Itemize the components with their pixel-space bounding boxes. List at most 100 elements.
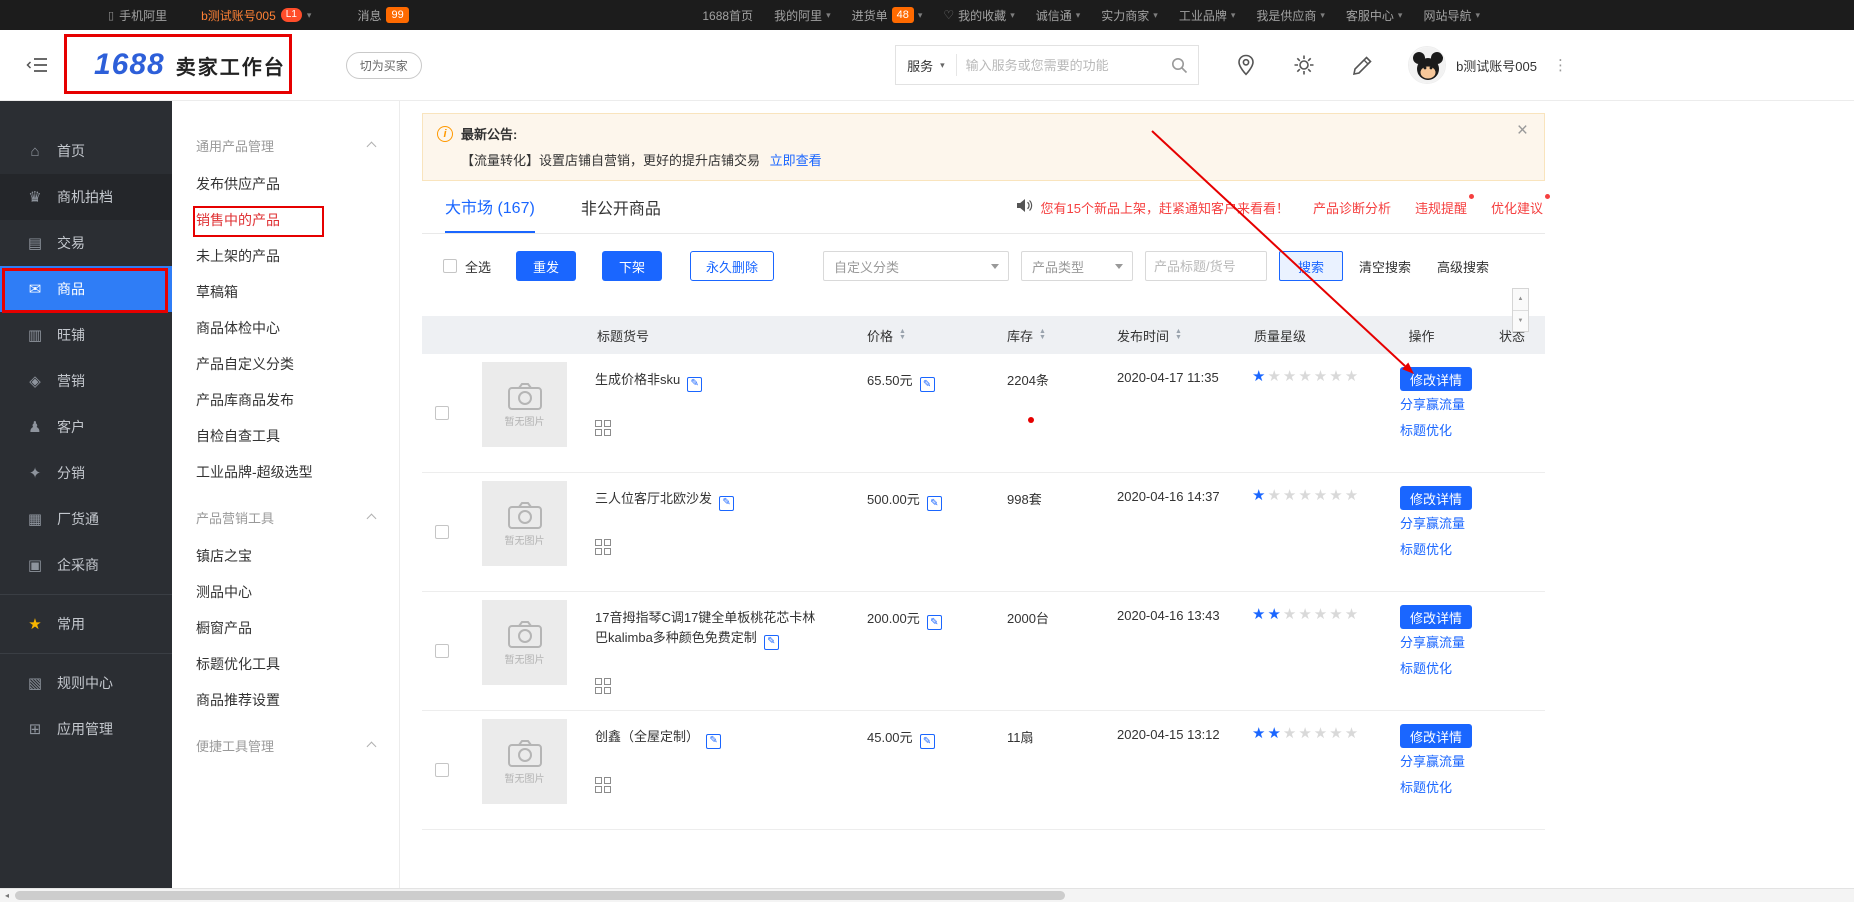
subnav-item-test-center[interactable]: 测品中心	[172, 574, 399, 610]
mobile-ali-item[interactable]: ▯ 手机阿里	[108, 7, 167, 24]
sidebar-item-marketing[interactable]: ◈ 营销	[0, 358, 172, 404]
sku-grid-icon[interactable]	[595, 420, 611, 436]
subnav-item-library-publish[interactable]: 产品库商品发布	[172, 382, 399, 418]
edit-title-icon[interactable]: ✎	[687, 377, 702, 392]
scrollbar-thumb[interactable]	[15, 891, 1065, 900]
sidebar-item-factory[interactable]: ▦ 厂货通	[0, 496, 172, 542]
subnav-item-shop-treasure[interactable]: 镇店之宝	[172, 538, 399, 574]
service-search-input[interactable]	[957, 58, 1160, 73]
sidebar-item-home[interactable]: ⌂ 首页	[0, 128, 172, 174]
sidebar-item-goods[interactable]: ✉ 商品	[0, 266, 172, 312]
sidebar-item-rules[interactable]: ▧ 规则中心	[0, 660, 172, 706]
subnav-section-tools[interactable]: 便捷工具管理	[172, 728, 399, 762]
product-title[interactable]: 创鑫（全屋定制）	[595, 729, 699, 744]
edit-title-icon[interactable]: ✎	[706, 734, 721, 749]
row-checkbox[interactable]	[435, 763, 449, 777]
sidebar-item-purchaser[interactable]: ▣ 企采商	[0, 542, 172, 588]
subnav-item-health-center[interactable]: 商品体检中心	[172, 310, 399, 346]
logo[interactable]: 1688 卖家工作台	[94, 48, 286, 82]
product-title[interactable]: 三人位客厅北欧沙发	[595, 491, 712, 506]
sidebar-item-partner[interactable]: ♛ 商机拍档	[0, 174, 172, 220]
nav-item-strong-merchant[interactable]: 实力商家 ▾	[1101, 7, 1158, 24]
search-button[interactable]: 搜索	[1279, 251, 1343, 281]
feedback-pencil-icon[interactable]	[1352, 55, 1373, 76]
settings-gear-icon[interactable]	[1293, 54, 1315, 76]
subnav-item-showcase[interactable]: 橱窗产品	[172, 610, 399, 646]
product-type-select[interactable]: 产品类型	[1021, 251, 1133, 281]
sort-icon[interactable]: ▲▼	[1175, 329, 1182, 341]
title-optimize-link[interactable]: 标题优化	[1400, 776, 1452, 800]
share-traffic-link[interactable]: 分享赢流量	[1400, 393, 1465, 417]
row-checkbox[interactable]	[435, 406, 449, 420]
edit-price-icon[interactable]: ✎	[927, 615, 942, 630]
tab-private-products[interactable]: 非公开商品	[581, 181, 661, 233]
subnav-item-custom-category[interactable]: 产品自定义分类	[172, 346, 399, 382]
nav-item-service-center[interactable]: 客服中心 ▾	[1346, 7, 1403, 24]
subnav-item-industrial-select[interactable]: 工业品牌-超级选型	[172, 454, 399, 490]
scroll-left-icon[interactable]: ◂	[0, 889, 14, 902]
title-optimize-link[interactable]: 标题优化	[1400, 538, 1452, 562]
spinner-up-icon[interactable]: ▲	[1513, 289, 1528, 310]
sidebar-item-apps[interactable]: ⊞ 应用管理	[0, 706, 172, 752]
sku-grid-icon[interactable]	[595, 678, 611, 694]
edit-detail-button[interactable]: 修改详情	[1400, 367, 1472, 391]
edit-detail-button[interactable]: 修改详情	[1400, 486, 1472, 510]
sidebar-item-customer[interactable]: ♟ 客户	[0, 404, 172, 450]
violation-alert-link[interactable]: 违规提醒	[1415, 198, 1467, 217]
sku-grid-icon[interactable]	[595, 777, 611, 793]
subnav-item-title-tool[interactable]: 标题优化工具	[172, 646, 399, 682]
scroll-spinner[interactable]: ▲ ▼	[1512, 288, 1529, 332]
product-title[interactable]: 生成价格非sku	[595, 372, 680, 387]
product-title-input[interactable]	[1145, 251, 1267, 281]
location-icon[interactable]	[1236, 54, 1256, 76]
tab-big-market[interactable]: 大市场 (167)	[445, 181, 535, 233]
topbar-account[interactable]: b测试账号005 L1 ▾	[201, 7, 311, 24]
nav-item-site-map[interactable]: 网站导航 ▾	[1423, 7, 1480, 24]
search-icon[interactable]	[1160, 46, 1198, 84]
horizontal-scrollbar[interactable]: ◂	[0, 888, 1854, 902]
nav-item-supplier[interactable]: 我是供应商 ▾	[1256, 7, 1325, 24]
subnav-item-publish[interactable]: 发布供应产品	[172, 166, 399, 202]
take-down-button[interactable]: 下架	[602, 251, 662, 281]
nav-item-chengxintong[interactable]: 诚信通 ▾	[1036, 7, 1081, 24]
edit-price-icon[interactable]: ✎	[920, 377, 935, 392]
subnav-item-off-shelf[interactable]: 未上架的产品	[172, 238, 399, 274]
close-icon[interactable]: ×	[1517, 120, 1528, 142]
subnav-section-marketing[interactable]: 产品营销工具	[172, 500, 399, 534]
service-dropdown[interactable]: 服务 ▾	[896, 56, 956, 75]
sidebar-item-trade[interactable]: ▤ 交易	[0, 220, 172, 266]
collapse-menu-icon[interactable]	[26, 56, 48, 74]
spinner-down-icon[interactable]: ▼	[1513, 310, 1528, 332]
custom-category-select[interactable]: 自定义分类	[823, 251, 1009, 281]
edit-title-icon[interactable]: ✎	[719, 496, 734, 511]
clear-search-link[interactable]: 清空搜索	[1359, 257, 1411, 276]
nav-item-my-ali[interactable]: 我的阿里 ▾	[774, 7, 831, 24]
subnav-item-recommend[interactable]: 商品推荐设置	[172, 682, 399, 718]
optimize-suggestion-link[interactable]: 优化建议	[1491, 198, 1543, 217]
delete-forever-button[interactable]: 永久删除	[690, 251, 774, 281]
row-checkbox[interactable]	[435, 525, 449, 539]
nav-item-1688-home[interactable]: 1688首页	[702, 7, 753, 24]
edit-detail-button[interactable]: 修改详情	[1400, 724, 1472, 748]
diagnosis-link[interactable]: 产品诊断分析	[1313, 198, 1391, 217]
title-optimize-link[interactable]: 标题优化	[1400, 419, 1452, 443]
sidebar-item-common[interactable]: ★ 常用	[0, 601, 172, 647]
header-account-name[interactable]: b测试账号005	[1456, 56, 1537, 75]
title-optimize-link[interactable]: 标题优化	[1400, 657, 1452, 681]
row-checkbox[interactable]	[435, 644, 449, 658]
edit-price-icon[interactable]: ✎	[927, 496, 942, 511]
edit-price-icon[interactable]: ✎	[920, 734, 935, 749]
messages-item[interactable]: 消息 99	[357, 7, 408, 24]
sort-icon[interactable]: ▲▼	[1039, 329, 1046, 341]
share-traffic-link[interactable]: 分享赢流量	[1400, 512, 1465, 536]
nav-item-industrial-brand[interactable]: 工业品牌 ▾	[1179, 7, 1236, 24]
switch-to-buyer-button[interactable]: 切为买家	[346, 52, 422, 79]
sort-icon[interactable]: ▲▼	[899, 329, 906, 341]
avatar[interactable]	[1408, 46, 1446, 84]
share-traffic-link[interactable]: 分享赢流量	[1400, 631, 1465, 655]
nav-item-favorites[interactable]: ♡ 我的收藏 ▾	[943, 7, 1014, 24]
sidebar-item-shop[interactable]: ▥ 旺铺	[0, 312, 172, 358]
share-traffic-link[interactable]: 分享赢流量	[1400, 750, 1465, 774]
sku-grid-icon[interactable]	[595, 539, 611, 555]
product-title[interactable]: 17音拇指琴C调17键全单板桃花芯卡林巴kalimba多种颜色免费定制	[595, 610, 815, 645]
